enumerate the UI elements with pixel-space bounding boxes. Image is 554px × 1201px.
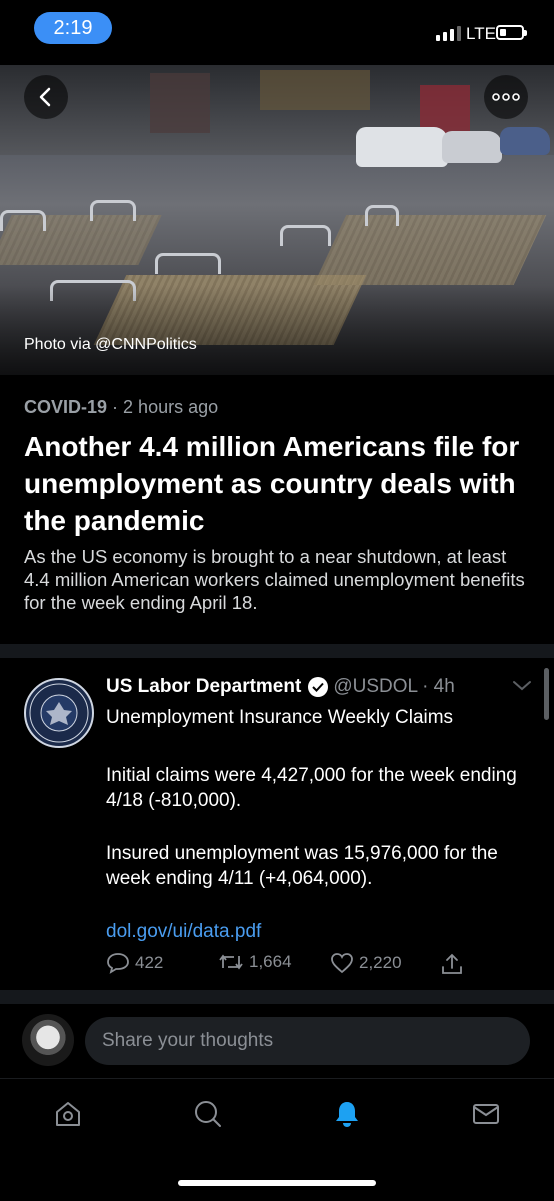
- tweet-line: Initial claims were 4,427,000 for the we…: [106, 765, 517, 811]
- battery-icon: [496, 25, 527, 40]
- seal-icon: [29, 683, 89, 743]
- share-icon: [442, 953, 462, 974]
- reply-icon: [107, 953, 129, 974]
- tweet-actions: 422 1,664 2,220: [106, 952, 526, 978]
- retweet-icon: [219, 954, 243, 970]
- share-thoughts-input[interactable]: [85, 1017, 530, 1065]
- hero-image: [0, 65, 554, 375]
- section-divider: [0, 990, 554, 1004]
- user-avatar[interactable]: [22, 1014, 74, 1066]
- photo-credit: Photo via @CNNPolitics: [24, 336, 197, 353]
- scrollbar[interactable]: [544, 668, 549, 720]
- category-label[interactable]: COVID-19: [24, 397, 107, 417]
- article-headline: Another 4.4 million Americans file for u…: [24, 431, 520, 536]
- retweet-button[interactable]: 1,664: [218, 952, 292, 972]
- like-count: 2,220: [359, 953, 402, 972]
- home-indicator: [178, 1180, 376, 1186]
- tab-notifications[interactable]: [327, 1094, 367, 1134]
- tweet-author-line: US Labor Department @USDOL · 4h: [106, 676, 455, 698]
- messages-icon: [473, 1104, 499, 1124]
- article-summary: As the US economy is brought to a near s…: [24, 546, 525, 613]
- tweet-line: Insured unemployment was 15,976,000 for …: [106, 843, 498, 889]
- article-meta: COVID-19 · 2 hours ago: [24, 397, 218, 418]
- author-avatar[interactable]: [24, 678, 94, 748]
- status-time[interactable]: 2:19: [34, 12, 112, 44]
- author-handle[interactable]: @USDOL: [333, 676, 418, 698]
- tab-messages[interactable]: [466, 1094, 506, 1134]
- reply-count: 422: [135, 953, 164, 972]
- like-button[interactable]: 2,220: [330, 952, 402, 974]
- author-name[interactable]: US Labor Department: [106, 676, 301, 698]
- retweet-count: 1,664: [249, 952, 292, 971]
- tab-home[interactable]: [48, 1094, 88, 1134]
- home-icon: [56, 1102, 80, 1126]
- status-bar: 2:19 LTE: [0, 0, 554, 60]
- network-label: LTE: [466, 24, 496, 43]
- tab-search[interactable]: [188, 1094, 228, 1134]
- article-time: · 2 hours ago: [112, 397, 219, 417]
- tweet-time: · 4h: [422, 676, 455, 697]
- heart-icon: [331, 953, 353, 974]
- more-options-button[interactable]: [484, 75, 528, 119]
- tweet-text: Unemployment Insurance Weekly Claims Ini…: [106, 705, 526, 944]
- back-button[interactable]: [24, 75, 68, 119]
- chevron-left-icon: [39, 87, 51, 107]
- section-divider: [0, 644, 554, 658]
- notifications-icon: [336, 1102, 358, 1127]
- verified-icon: [308, 677, 329, 697]
- tweet-line: Unemployment Insurance Weekly Claims: [106, 707, 454, 728]
- reply-button[interactable]: 422: [106, 952, 163, 974]
- chevron-down-icon[interactable]: [512, 680, 532, 692]
- search-icon: [195, 1101, 221, 1127]
- tweet-link[interactable]: dol.gov/ui/data.pdf: [106, 919, 526, 944]
- share-button[interactable]: [440, 952, 464, 976]
- more-horizontal-icon: [492, 93, 520, 101]
- signal-icon: [436, 26, 461, 41]
